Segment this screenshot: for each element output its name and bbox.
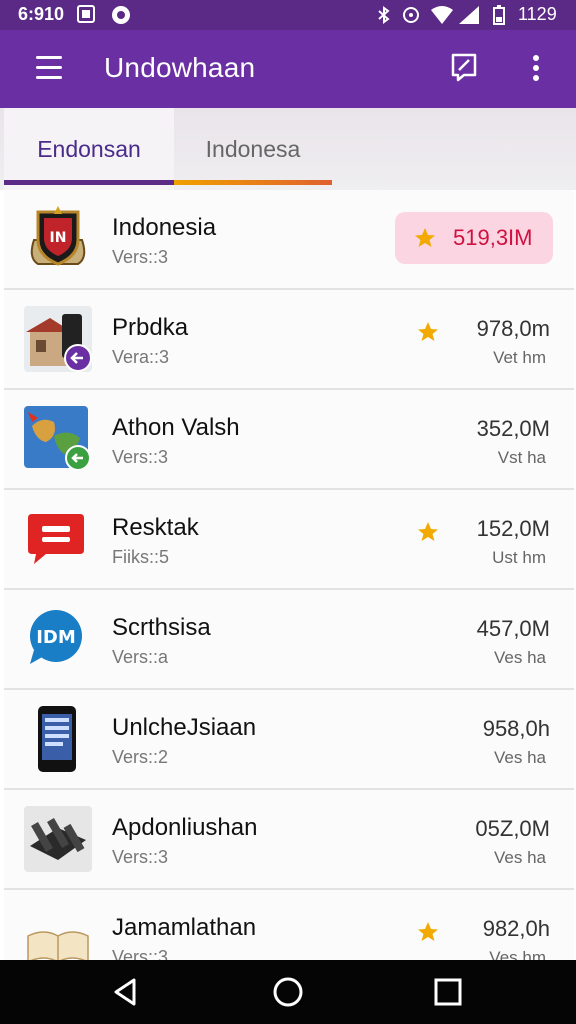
bluetooth-icon	[376, 5, 392, 25]
list-item[interactable]: Prbdka Vera::3 978,0m Vet hm	[4, 290, 574, 390]
app-list: IN Indonesia Vers::3 519,3IM Prbdka Vera…	[4, 190, 574, 960]
list-item[interactable]: IN Indonesia Vers::3 519,3IM	[4, 190, 574, 290]
system-navigation-bar	[0, 960, 576, 1024]
map-icon	[24, 406, 92, 472]
highlight-size-badge: 519,3IM	[395, 212, 553, 264]
crest-icon: IN	[24, 206, 92, 272]
tab-indonesa[interactable]: Indonesa	[174, 108, 332, 190]
item-name: Scrthsisa	[112, 614, 211, 641]
star-icon	[416, 320, 440, 344]
item-name: Indonesia	[112, 214, 217, 241]
star-icon	[416, 520, 440, 544]
list-item[interactable]: Resktak Fiiks::5 152,0M Ust hm	[4, 490, 574, 590]
item-size-subtitle: Ves ha	[494, 748, 546, 767]
idm-bubble-icon: IDM	[24, 606, 92, 672]
toolbar-title: Undowhaan	[104, 52, 256, 83]
item-version: Vera::3	[112, 347, 170, 367]
star-icon	[416, 920, 440, 944]
recent-apps-icon[interactable]	[432, 976, 464, 1008]
item-size: 05Z,0M	[475, 816, 550, 841]
tab-endonsan[interactable]: Endonsan	[4, 108, 174, 190]
item-size: 352,0M	[476, 416, 550, 441]
item-size-subtitle: Ves hm	[489, 948, 546, 960]
item-size: 978,0m	[476, 316, 550, 341]
chat-bubble-icon	[24, 506, 92, 572]
more-options-icon[interactable]	[524, 50, 548, 86]
item-size: 519,3IM	[453, 225, 533, 250]
item-size-subtitle: Ust hm	[492, 548, 546, 567]
item-name: Resktak	[112, 514, 199, 541]
status-bar: 6:910 1129	[0, 0, 576, 30]
list-item[interactable]: UnlcheJsiaan Vers::2 958,0h Ves ha	[4, 690, 574, 790]
item-size: 982,0h	[482, 916, 550, 941]
item-version: Vers::3	[112, 847, 169, 867]
list-item[interactable]: Athon Valsh Vers::3 352,0M Vst ha	[4, 390, 574, 490]
item-version: Vers::2	[112, 747, 169, 767]
status-clock: 1129	[518, 3, 557, 24]
status-time: 6:910	[18, 4, 65, 24]
list-item[interactable]: Apdonliushan Vers::3 05Z,0M Ves ha	[4, 790, 574, 890]
item-name: Apdonliushan	[112, 814, 258, 841]
item-size: 958,0h	[482, 716, 550, 741]
item-name: Athon Valsh	[112, 414, 240, 441]
tab-indicator-accent	[174, 180, 332, 185]
svg-text:IDM: IDM	[36, 627, 76, 648]
item-size-subtitle: Vet hm	[493, 348, 546, 367]
compose-icon[interactable]	[450, 52, 478, 82]
list-item[interactable]: IDM Scrthsisa Vers::a 457,0M Ves ha	[4, 590, 574, 690]
wifi-icon	[430, 5, 454, 25]
tab-bar: Endonsan Indonesa	[0, 108, 576, 190]
gallery-notification-icon	[76, 4, 96, 24]
house-phone-icon	[24, 306, 92, 372]
back-icon[interactable]	[110, 976, 142, 1008]
active-tab-indicator	[4, 180, 174, 185]
svg-text:IN: IN	[50, 230, 67, 246]
home-icon[interactable]	[272, 976, 304, 1008]
item-size: 457,0M	[476, 616, 550, 641]
item-version: Vers::3	[112, 447, 169, 467]
item-version: Vers::3	[112, 247, 169, 267]
hamburger-menu-icon[interactable]	[36, 56, 62, 80]
book-icon	[24, 906, 92, 960]
star-icon	[413, 226, 437, 250]
item-version: Fiiks::5	[112, 547, 170, 567]
item-size-subtitle: Ves ha	[494, 648, 546, 667]
signal-icon	[458, 5, 480, 25]
item-name: Prbdka	[112, 314, 189, 341]
item-size: 152,0M	[476, 516, 550, 541]
item-name: Jamamlathan	[112, 914, 257, 941]
smartphone-icon	[24, 706, 92, 772]
machine-icon	[24, 806, 92, 872]
item-name: UnlcheJsiaan	[112, 714, 257, 741]
battery-icon	[492, 5, 506, 25]
item-size-subtitle: Ves ha	[494, 848, 546, 867]
item-size-subtitle: Vst ha	[497, 448, 546, 467]
item-version: Vers::a	[112, 647, 169, 667]
list-item[interactable]: Jamamlathan Vers::3 982,0h Ves hm	[4, 890, 574, 960]
item-version: Vers::3	[112, 947, 169, 960]
vibrate-icon	[400, 5, 422, 25]
record-notification-icon	[110, 4, 132, 26]
app-toolbar: Undowhaan	[0, 30, 576, 108]
